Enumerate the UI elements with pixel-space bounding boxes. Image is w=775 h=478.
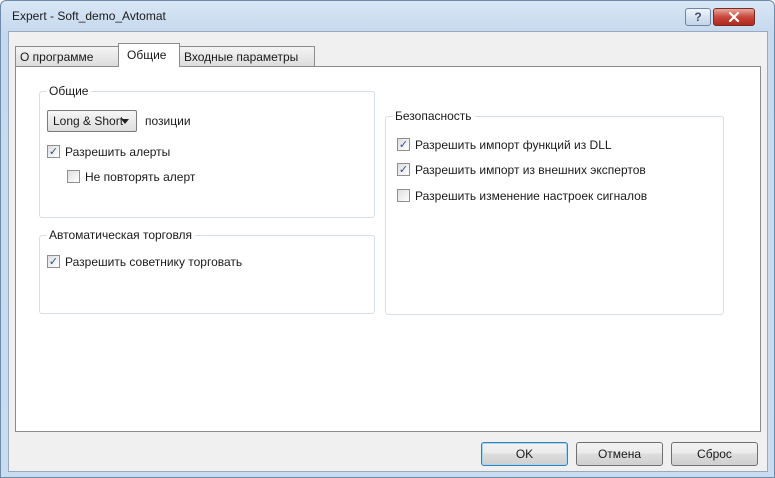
checkbox-unchecked-icon <box>67 170 80 183</box>
tab-about[interactable]: О программе <box>15 46 119 66</box>
allow-external-checkbox[interactable]: ✓ Разрешить импорт из внешних экспертов <box>397 162 646 177</box>
checkbox-checked-icon: ✓ <box>47 255 60 268</box>
tab-inputs[interactable]: Входные параметры <box>179 46 315 66</box>
ok-button[interactable]: OK <box>481 442 568 466</box>
allow-ea-trade-label: Разрешить советнику торговать <box>65 254 243 269</box>
checkbox-checked-icon: ✓ <box>397 138 410 151</box>
allow-alerts-label: Разрешить алерты <box>65 144 171 159</box>
group-general: Общие Long & Short позиции ✓ Разрешить а… <box>39 84 375 218</box>
allow-signal-settings-label: Разрешить изменение настроек сигналов <box>415 188 648 203</box>
checkbox-unchecked-icon <box>397 189 410 202</box>
group-auto-trading: Автоматическая торговля ✓ Разрешить сове… <box>39 228 375 314</box>
allow-dll-label: Разрешить импорт функций из DLL <box>415 137 612 152</box>
checkbox-checked-icon: ✓ <box>397 163 410 176</box>
help-button[interactable]: ? <box>685 8 711 26</box>
close-icon <box>728 12 740 22</box>
dialog-window: Expert - Soft_demo_Avtomat ? О программе… <box>0 0 775 478</box>
group-auto-trading-title: Автоматическая торговля <box>46 228 196 242</box>
group-security-title: Безопасность <box>392 109 475 123</box>
chevron-down-icon <box>121 119 129 124</box>
checkbox-checked-icon: ✓ <box>47 145 60 158</box>
dialog-client-area: О программе Общие Входные параметры Общи… <box>8 31 768 472</box>
group-security: Безопасность ✓ Разрешить импорт функций … <box>385 109 724 315</box>
reset-button[interactable]: Сброс <box>671 442 758 466</box>
allow-signal-settings-checkbox[interactable]: Разрешить изменение настроек сигналов <box>397 188 647 203</box>
positions-label: позиции <box>145 114 191 128</box>
window-title: Expert - Soft_demo_Avtomat <box>12 9 166 23</box>
tab-panel-general: Общие Long & Short позиции ✓ Разрешить а… <box>15 66 761 432</box>
allow-alerts-checkbox[interactable]: ✓ Разрешить алерты <box>47 144 170 159</box>
allow-external-label: Разрешить импорт из внешних экспертов <box>415 162 646 177</box>
help-icon: ? <box>694 10 702 24</box>
cancel-button[interactable]: Отмена <box>576 442 663 466</box>
title-bar[interactable]: Expert - Soft_demo_Avtomat ? <box>1 1 774 31</box>
positions-select-value: Long & Short <box>53 114 124 128</box>
allow-dll-checkbox[interactable]: ✓ Разрешить импорт функций из DLL <box>397 137 612 152</box>
positions-select[interactable]: Long & Short <box>47 110 137 132</box>
tab-general[interactable]: Общие <box>118 43 180 67</box>
close-button[interactable] <box>713 8 755 26</box>
allow-ea-trade-checkbox[interactable]: ✓ Разрешить советнику торговать <box>47 254 242 269</box>
no-repeat-alert-label: Не повторять алерт <box>85 169 196 184</box>
no-repeat-alert-checkbox[interactable]: Не повторять алерт <box>67 169 195 184</box>
group-general-title: Общие <box>46 84 92 98</box>
